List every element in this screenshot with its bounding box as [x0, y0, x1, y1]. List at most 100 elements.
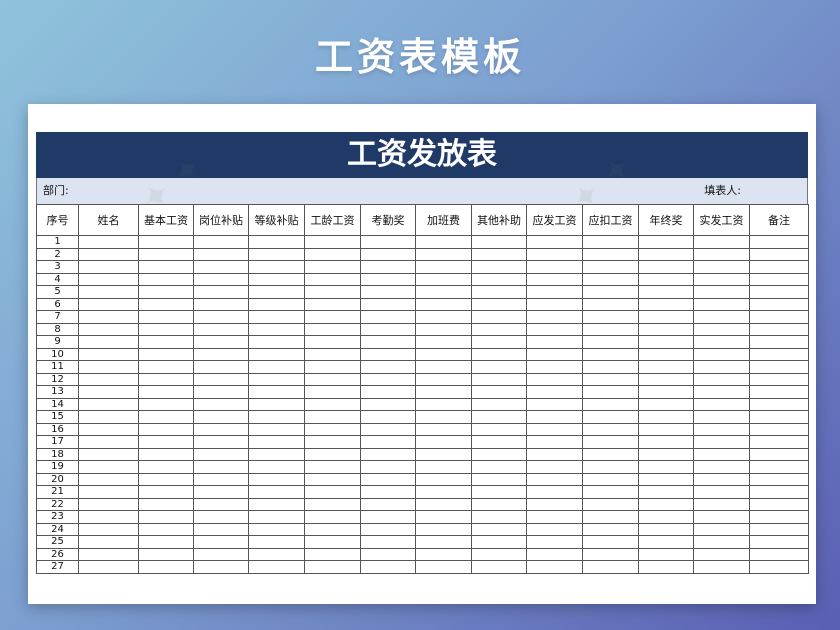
table-cell[interactable] [526, 510, 583, 524]
table-cell[interactable] [248, 247, 305, 261]
table-cell[interactable] [638, 422, 694, 436]
table-cell[interactable] [638, 347, 694, 361]
table-cell[interactable] [471, 485, 527, 499]
table-cell[interactable] [471, 397, 527, 411]
table-cell[interactable] [415, 460, 472, 474]
table-cell[interactable] [471, 422, 527, 436]
table-cell[interactable] [526, 485, 583, 499]
table-cell[interactable] [138, 435, 194, 449]
table-cell[interactable] [749, 360, 809, 374]
table-cell[interactable] [526, 247, 583, 261]
table-cell[interactable] [749, 560, 809, 574]
table-cell[interactable] [138, 460, 194, 474]
table-cell[interactable] [582, 485, 639, 499]
table-cell[interactable] [78, 560, 139, 574]
table-cell[interactable] [415, 497, 472, 511]
table-cell[interactable] [248, 335, 305, 349]
table-cell[interactable] [415, 272, 472, 286]
table-cell[interactable] [638, 385, 694, 399]
table-cell[interactable] [415, 535, 472, 549]
table-cell[interactable] [193, 435, 249, 449]
table-cell[interactable] [471, 260, 527, 274]
table-cell[interactable] [78, 285, 139, 299]
table-cell[interactable] [248, 422, 305, 436]
table-cell[interactable] [471, 285, 527, 299]
table-cell[interactable] [248, 510, 305, 524]
table-cell[interactable] [360, 347, 416, 361]
table-cell[interactable] [78, 435, 139, 449]
table-cell[interactable] [415, 472, 472, 486]
table-cell[interactable] [693, 235, 750, 249]
table-cell[interactable] [526, 272, 583, 286]
table-cell[interactable] [360, 272, 416, 286]
table-cell[interactable] [248, 372, 305, 386]
table-cell[interactable] [749, 460, 809, 474]
table-cell[interactable] [638, 322, 694, 336]
table-cell[interactable] [582, 285, 639, 299]
table-cell[interactable] [415, 310, 472, 324]
table-cell[interactable] [360, 247, 416, 261]
table-cell[interactable] [693, 385, 750, 399]
table-cell[interactable] [360, 472, 416, 486]
table-cell[interactable] [360, 397, 416, 411]
table-cell[interactable] [638, 497, 694, 511]
table-cell[interactable] [304, 547, 361, 561]
table-cell[interactable] [749, 247, 809, 261]
table-cell[interactable] [78, 272, 139, 286]
table-cell[interactable] [582, 272, 639, 286]
table-cell[interactable] [138, 247, 194, 261]
table-cell[interactable] [749, 497, 809, 511]
table-cell[interactable] [638, 285, 694, 299]
table-cell[interactable] [193, 260, 249, 274]
table-cell[interactable] [638, 247, 694, 261]
table-cell[interactable] [526, 397, 583, 411]
table-cell[interactable] [471, 235, 527, 249]
table-cell[interactable] [749, 385, 809, 399]
table-cell[interactable] [78, 372, 139, 386]
table-cell[interactable] [304, 385, 361, 399]
table-cell[interactable] [248, 235, 305, 249]
table-cell[interactable] [693, 397, 750, 411]
table-cell[interactable] [582, 335, 639, 349]
table-cell[interactable] [304, 410, 361, 424]
table-cell[interactable] [360, 260, 416, 274]
table-cell[interactable] [138, 447, 194, 461]
table-cell[interactable] [138, 297, 194, 311]
table-cell[interactable] [193, 497, 249, 511]
table-cell[interactable] [749, 235, 809, 249]
table-cell[interactable] [193, 285, 249, 299]
table-cell[interactable] [360, 297, 416, 311]
table-cell[interactable] [582, 310, 639, 324]
table-cell[interactable] [526, 410, 583, 424]
table-cell[interactable] [138, 410, 194, 424]
table-cell[interactable] [693, 410, 750, 424]
table-cell[interactable] [638, 310, 694, 324]
table-cell[interactable] [248, 547, 305, 561]
table-cell[interactable] [526, 310, 583, 324]
table-cell[interactable] [582, 372, 639, 386]
table-cell[interactable] [193, 547, 249, 561]
table-cell[interactable] [138, 335, 194, 349]
table-cell[interactable] [749, 410, 809, 424]
table-cell[interactable] [248, 347, 305, 361]
table-cell[interactable] [360, 510, 416, 524]
table-cell[interactable] [693, 460, 750, 474]
table-cell[interactable] [526, 535, 583, 549]
table-cell[interactable] [526, 472, 583, 486]
table-cell[interactable] [638, 460, 694, 474]
table-cell[interactable] [193, 535, 249, 549]
table-cell[interactable] [749, 260, 809, 274]
table-cell[interactable] [248, 472, 305, 486]
table-cell[interactable] [693, 297, 750, 311]
table-cell[interactable] [248, 485, 305, 499]
table-cell[interactable] [638, 260, 694, 274]
table-cell[interactable] [248, 297, 305, 311]
table-cell[interactable] [78, 422, 139, 436]
table-cell[interactable] [360, 335, 416, 349]
table-cell[interactable] [304, 460, 361, 474]
table-cell[interactable] [304, 322, 361, 336]
table-cell[interactable] [638, 485, 694, 499]
table-cell[interactable] [193, 322, 249, 336]
table-cell[interactable] [360, 322, 416, 336]
table-cell[interactable] [248, 535, 305, 549]
